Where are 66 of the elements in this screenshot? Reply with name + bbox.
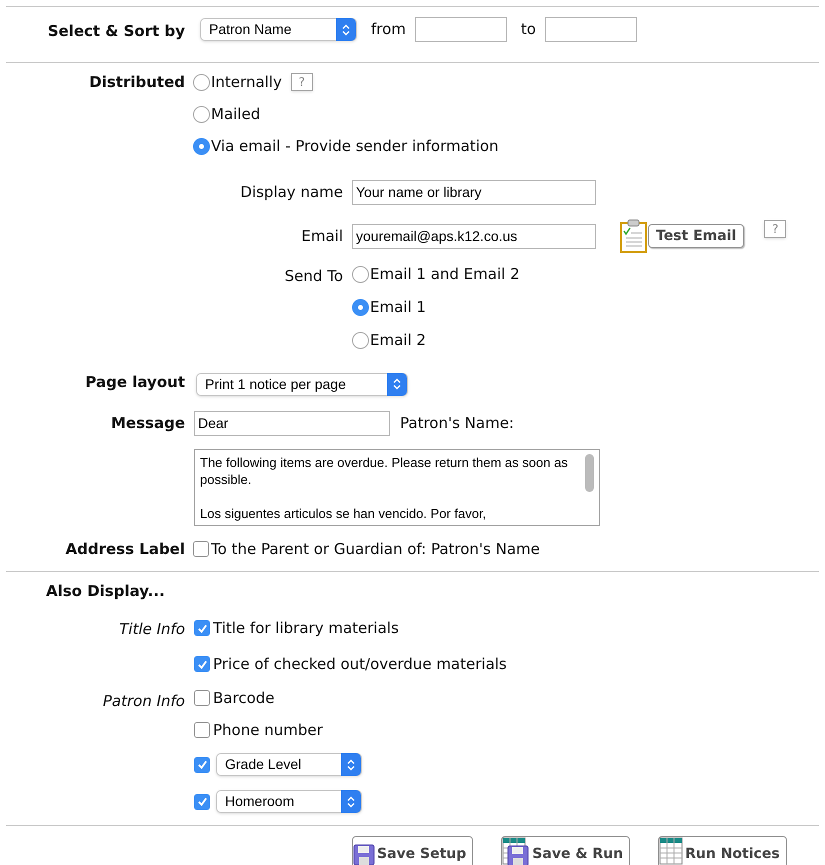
checkbox[interactable] [194,794,210,810]
action-button[interactable]: Save & Run [501,836,630,865]
help-icon[interactable]: ? [290,73,313,91]
field-label: Select & Sort by [46,21,185,42]
from-label: from [371,19,406,40]
section-title: Also Display... [46,582,165,600]
message-paragraph: The following items are overdue. Please return them as soon as possible. [200,454,569,488]
checkmark-icon [196,622,208,634]
checkbox-label: Title for library materials [213,618,399,639]
test-email-button[interactable]: Test Email [648,224,744,248]
dropdown[interactable]: Homeroom [216,790,362,813]
help-icon[interactable]: ? [764,220,786,238]
field-label: Email [300,226,343,247]
checkmark-icon [196,658,208,670]
chevron-icon [387,372,407,396]
checkbox[interactable] [194,756,210,772]
checkbox-label: Barcode [213,688,274,709]
checkbox-label: Phone number [213,720,323,741]
option-label: Email 1 [370,297,426,318]
chevron-icon [336,18,356,41]
checkbox[interactable] [194,722,210,738]
dropdown[interactable]: Print 1 notice per page [196,372,408,396]
action-button[interactable]: Save Setup [352,836,474,865]
scrollbar[interactable] [585,454,594,492]
field-label: Title Info [118,619,185,640]
field-label: Send To [284,266,343,287]
checkbox[interactable] [194,690,210,706]
radio-button[interactable] [352,332,369,349]
radio-button[interactable] [193,74,210,90]
chevron-icon [341,790,361,813]
clipboard-icon [620,219,648,253]
field-label: Page layout [84,372,185,393]
checkbox[interactable] [194,656,210,672]
field-label: Message [110,412,185,434]
chevron-icon [341,753,361,776]
radio-button[interactable] [352,299,369,316]
option-label: Internally [211,72,282,93]
dropdown[interactable]: Patron Name [200,18,357,41]
checkmark-icon [196,796,208,807]
option-label: Email 2 [370,330,426,352]
action-button[interactable]: Run Notices [658,836,787,865]
email-field[interactable]: youremail@aps.k12.co.us [352,224,596,248]
radio-button[interactable] [352,266,369,283]
display-name-field[interactable]: Your name or library [352,180,596,204]
checkbox[interactable] [193,541,209,557]
radio-button[interactable] [193,138,210,154]
message-text-area[interactable]: The following items are overdue. Please return them as soon as possible. Los siguentes articulos se han vencido. Por favor, [194,449,600,526]
to-field[interactable] [544,17,637,42]
field-label: Patron Info [102,691,185,712]
address-label-text: To the Parent or Guardian of: Patron's Name [211,538,540,560]
checkmark-icon [196,759,208,770]
from-field[interactable] [414,17,507,42]
message-greeting-field[interactable]: Dear [194,410,390,436]
dropdown[interactable]: Grade Level [216,753,362,776]
field-label: Distributed [88,72,185,93]
patron-name-label: Patron's Name: [400,412,514,434]
field-label: Display name [239,182,343,203]
radio-button[interactable] [193,106,210,122]
option-label: Via email - Provide sender information [211,136,499,157]
option-label: Mailed [211,104,260,125]
checkbox[interactable] [194,620,210,636]
to-label: to [520,19,536,40]
field-label: Address Label [64,538,185,560]
message-paragraph: Los siguentes articulos se han vencido. Por favor, [200,505,488,522]
checkbox-label: Price of checked out/overdue materials [213,654,507,675]
option-label: Email 1 and Email 2 [370,264,520,286]
